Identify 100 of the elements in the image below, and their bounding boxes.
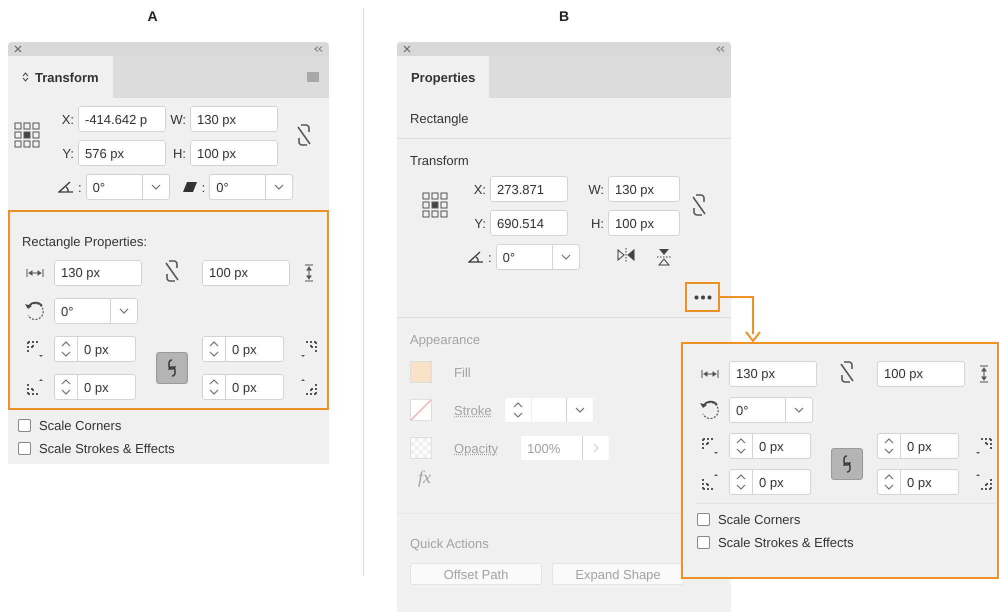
height-icon — [304, 264, 314, 282]
stepper-icon[interactable] — [208, 377, 220, 397]
corner-radius-field[interactable]: 0 px — [877, 433, 959, 459]
checkbox-label: Scale Corners — [718, 512, 800, 527]
checkbox-label: Scale Corners — [39, 418, 122, 433]
corner-type-icon[interactable] — [299, 377, 319, 397]
stepper-icon[interactable] — [60, 377, 72, 397]
stepper-icon[interactable] — [512, 400, 524, 420]
text-field[interactable]: 130 px — [608, 176, 680, 202]
panel-tab[interactable]: Properties — [397, 56, 490, 98]
height-field[interactable]: 100 px — [877, 360, 965, 386]
corner-radius-field[interactable]: 0 px — [54, 336, 136, 362]
chevron-down-icon — [119, 308, 129, 314]
checkbox[interactable] — [697, 536, 710, 549]
angle-icon — [468, 251, 484, 263]
section-title: Quick Actions — [410, 536, 489, 551]
text-field[interactable]: 130 px — [190, 106, 278, 132]
field-label: : — [202, 180, 206, 194]
corner-radius-field[interactable]: 0 px — [202, 374, 284, 400]
width-field[interactable]: 130 px — [729, 360, 817, 386]
close-icon[interactable] — [14, 45, 22, 53]
width-icon — [701, 368, 719, 378]
height-icon — [979, 364, 989, 382]
flip-horizontal-icon[interactable] — [617, 248, 635, 262]
field-label: Y: — [473, 216, 487, 230]
corner-type-icon[interactable] — [700, 436, 720, 456]
corner-type-icon[interactable] — [25, 377, 45, 397]
text-field[interactable]: -414.642 p — [78, 106, 166, 132]
link-corners-button[interactable] — [156, 352, 188, 384]
height-field[interactable]: 100 px — [202, 260, 290, 286]
stepper-icon[interactable] — [735, 436, 747, 456]
corner-type-icon[interactable] — [25, 339, 45, 359]
stepper-icon[interactable] — [735, 472, 747, 492]
field-label: H: — [172, 146, 187, 160]
link-icon — [167, 359, 177, 377]
section-title: Appearance — [410, 332, 480, 347]
link-corners-button[interactable] — [831, 448, 863, 480]
chevron-down-icon — [274, 184, 284, 190]
checkbox[interactable] — [18, 442, 31, 455]
figure-label: A — [146, 7, 159, 26]
chevron-down-icon — [560, 254, 571, 260]
rotate-icon — [699, 399, 721, 421]
stepper-icon[interactable] — [60, 339, 72, 359]
stepper-icon[interactable] — [883, 472, 895, 492]
angle-dropdown[interactable]: 0° — [54, 298, 138, 324]
chevron-down-icon — [794, 407, 804, 413]
chevron-right-icon — [593, 443, 600, 453]
corner-radius-field[interactable]: 0 px — [877, 469, 959, 495]
section-title: Rectangle Properties: — [22, 234, 148, 249]
text-field[interactable]: 690.514 — [490, 210, 568, 236]
section-title: Transform — [410, 152, 470, 168]
figure-label: B — [558, 7, 570, 26]
corner-radius-field[interactable]: 0 px — [54, 374, 136, 400]
angle-icon — [58, 181, 74, 193]
broken-link-icon[interactable] — [296, 122, 312, 146]
field-label: : — [78, 180, 82, 194]
more-options-button[interactable] — [685, 282, 720, 312]
text-field[interactable]: 273.871 — [490, 176, 568, 202]
field-label: Y: — [61, 146, 75, 160]
width-icon — [26, 268, 44, 278]
field-label: H: — [590, 216, 605, 230]
angle-dropdown[interactable]: 0° — [209, 174, 294, 200]
checkbox-label: Scale Strokes & Effects — [718, 535, 854, 550]
reference-point-icon[interactable] — [14, 122, 40, 148]
checkbox-label: Scale Strokes & Effects — [39, 441, 175, 456]
field-label: X: — [60, 112, 75, 126]
collapse-icon[interactable] — [716, 46, 725, 52]
corner-radius-field[interactable]: 0 px — [202, 336, 284, 362]
stepper-icon[interactable] — [883, 436, 895, 456]
checkbox[interactable] — [697, 513, 710, 526]
shear-icon — [182, 181, 198, 193]
panel-tab[interactable]: Transform — [8, 56, 113, 98]
corner-type-icon[interactable] — [299, 339, 319, 359]
ellipsis-icon — [694, 294, 712, 300]
fill-label: Fill — [454, 364, 471, 380]
broken-link-icon[interactable] — [691, 192, 707, 216]
text-field[interactable]: 100 px — [608, 210, 680, 236]
angle-dropdown[interactable]: 0° — [729, 397, 813, 423]
link-icon — [842, 455, 852, 473]
corner-radius-field[interactable]: 0 px — [729, 433, 811, 459]
width-field[interactable]: 130 px — [54, 260, 142, 286]
corner-type-icon[interactable] — [700, 472, 720, 492]
flip-vertical-icon[interactable] — [657, 248, 671, 266]
angle-dropdown[interactable]: 0° — [86, 174, 170, 200]
broken-link-icon[interactable] — [164, 259, 180, 283]
close-icon[interactable] — [403, 45, 411, 53]
corner-type-icon[interactable] — [974, 472, 994, 492]
broken-link-icon[interactable] — [839, 360, 855, 384]
collapse-icon[interactable] — [314, 46, 323, 52]
field-label: W: — [587, 182, 605, 196]
corner-type-icon[interactable] — [974, 436, 994, 456]
checkbox[interactable] — [18, 419, 31, 432]
corner-radius-field[interactable]: 0 px — [729, 469, 811, 495]
sort-arrows-icon — [22, 72, 29, 82]
reference-point-icon[interactable] — [422, 192, 448, 218]
text-field[interactable]: 100 px — [190, 140, 278, 166]
angle-dropdown[interactable]: 0° — [496, 244, 580, 270]
stepper-icon[interactable] — [208, 339, 220, 359]
text-field[interactable]: 576 px — [78, 140, 166, 166]
object-type-label: Rectangle — [410, 110, 469, 126]
